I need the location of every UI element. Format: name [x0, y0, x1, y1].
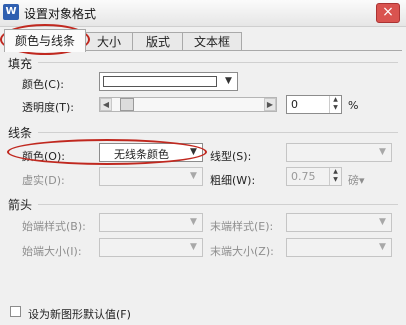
begin-size-dropdown[interactable]: ▼ [99, 238, 203, 257]
fill-color-swatch [103, 76, 217, 87]
dash-label: 虚实(D): [22, 174, 65, 187]
tab-size[interactable]: 大小 [84, 32, 134, 51]
transparency-label: 透明度(T): [22, 101, 75, 114]
transparency-value: 0 [291, 98, 298, 111]
begin-style-dropdown[interactable]: ▼ [99, 213, 203, 232]
line-color-label: 颜色(O): [22, 150, 65, 163]
end-style-dropdown[interactable]: ▼ [286, 213, 392, 232]
weight-unit: 磅▾ [348, 174, 365, 187]
begin-size-label: 始端大小(I): [22, 245, 82, 258]
slider-thumb[interactable] [120, 98, 134, 111]
close-button[interactable]: × [376, 3, 400, 23]
dialog-title: 设置对象格式 [24, 7, 97, 21]
fill-section-title: 填充 [8, 57, 33, 71]
chevron-down-icon: ▼ [225, 76, 232, 86]
tab-color-and-lines[interactable]: 颜色与线条 [4, 29, 86, 52]
tab-textbox[interactable]: 文本框 [182, 32, 242, 51]
line-color-value: 无线条颜色 [114, 148, 169, 161]
default-checkbox-label[interactable]: 设为新图形默认值(F) [28, 306, 131, 322]
spinner-arrows-icon[interactable]: ▲ ▼ [329, 96, 341, 113]
chevron-down-icon: ▼ [379, 147, 386, 157]
tab-layout[interactable]: 版式 [132, 32, 184, 51]
end-size-dropdown[interactable]: ▼ [286, 238, 392, 257]
weight-label: 粗细(W): [210, 174, 256, 187]
default-checkbox[interactable] [10, 306, 21, 317]
slider-right-arrow-icon[interactable]: ▶ [264, 98, 276, 111]
line-separator [38, 132, 398, 133]
chevron-down-icon: ▼ [379, 242, 386, 252]
line-style-dropdown[interactable]: ▼ [286, 143, 392, 162]
slider-left-arrow-icon[interactable]: ◀ [100, 98, 112, 111]
chevron-down-icon: ▼ [190, 147, 197, 157]
end-style-label: 末端样式(E): [210, 220, 274, 233]
fill-separator [38, 62, 398, 63]
wps-writer-icon: W [3, 4, 19, 20]
line-section-title: 线条 [8, 126, 33, 140]
fill-color-label: 颜色(C): [22, 78, 64, 91]
chevron-down-icon: ▼ [190, 242, 197, 252]
transparency-spinner[interactable]: 0 ▲ ▼ [286, 95, 342, 114]
chevron-down-icon: ▼ [379, 217, 386, 227]
weight-spinner[interactable]: 0.75 ▲ ▼ [286, 167, 342, 186]
transparency-slider[interactable]: ◀ ▶ [99, 97, 277, 112]
chevron-down-icon: ▼ [190, 171, 197, 181]
dash-dropdown[interactable]: ▼ [99, 167, 203, 186]
spinner-arrows-icon[interactable]: ▲ ▼ [329, 168, 341, 185]
line-color-dropdown[interactable]: 无线条颜色 ▼ [99, 143, 203, 162]
line-style-label: 线型(S): [210, 150, 252, 163]
transparency-unit: % [348, 99, 359, 112]
fill-color-dropdown[interactable]: ▼ [99, 72, 238, 91]
chevron-down-icon: ▼ [190, 217, 197, 227]
begin-style-label: 始端样式(B): [22, 220, 86, 233]
title-bar: W 设置对象格式 × [0, 0, 406, 27]
arrows-section-title: 箭头 [8, 198, 33, 212]
arrows-separator [38, 204, 398, 205]
end-size-label: 末端大小(Z): [210, 245, 274, 258]
weight-value: 0.75 [291, 170, 316, 183]
